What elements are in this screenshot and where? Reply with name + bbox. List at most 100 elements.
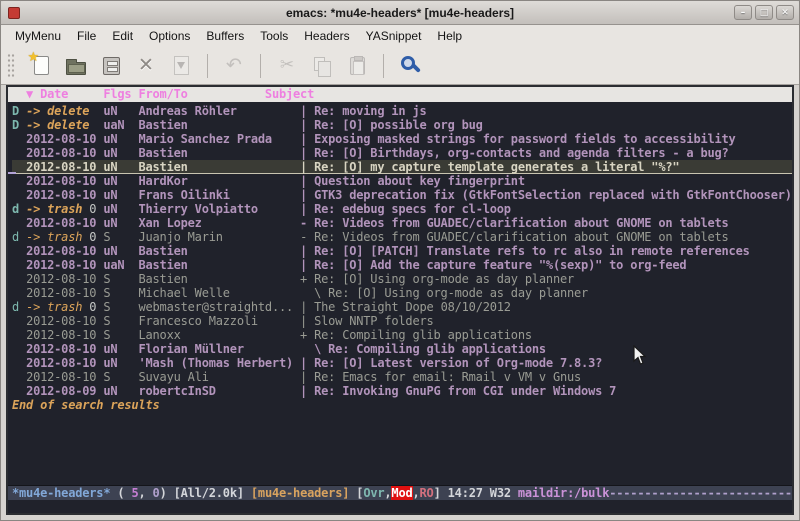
row-subject: Re: [O] [PATCH] Translate refs to rc als… (314, 244, 750, 258)
row-from: Juanjo Marin (138, 230, 300, 244)
title-bar[interactable]: emacs: *mu4e-headers* [mu4e-headers] –□✕ (1, 1, 799, 25)
row-from: Andreas Röhler (138, 104, 300, 118)
row-subject: Slow NNTP folders (314, 314, 433, 328)
row-date: 2012-08-10 (26, 132, 96, 146)
open-folder-button[interactable] (61, 51, 91, 81)
modeline-segment: RO (420, 486, 434, 500)
row-flags: uN (103, 244, 138, 258)
close-button[interactable]: ✕ (131, 51, 161, 81)
save-as-button (166, 51, 196, 81)
mouse-cursor (633, 345, 647, 366)
row-subject: Re: [O] possible org bug (314, 118, 483, 132)
row-from: Michael Welle (138, 286, 300, 300)
modeline-segment: [All/2.0k] (174, 486, 251, 500)
toolbar-grip[interactable] (7, 53, 15, 79)
row-from: Bastien (138, 244, 300, 258)
message-row[interactable]: 2012-08-10 S Francesco Mazzoli | Slow NN… (12, 314, 792, 328)
row-subject: Question about key fingerprint (314, 174, 525, 188)
message-row[interactable]: D -> delete uaN Bastien | Re: [O] possib… (12, 118, 792, 132)
headers-buffer[interactable]: D -> delete uN Andreas Röhler | Re: movi… (8, 102, 792, 485)
message-row[interactable]: d -> trash 0 S Juanjo Marin - Re: Videos… (12, 230, 792, 244)
row-mark: d (12, 202, 26, 216)
message-row[interactable]: 2012-08-10 uN Bastien | Re: [O] my captu… (12, 160, 792, 174)
row-flags: uN (103, 342, 138, 356)
row-from: Thierry Volpiatto (138, 202, 300, 216)
message-row[interactable]: D -> delete uN Andreas Röhler | Re: movi… (12, 104, 792, 118)
message-row[interactable]: 2012-08-10 uN Frans Oilinki | GTK3 depre… (12, 188, 792, 202)
menu-item-file[interactable]: File (69, 26, 104, 46)
row-date: 2012-08-10 (26, 174, 96, 188)
message-row[interactable]: 2012-08-10 uN 'Mash (Thomas Herbert) | R… (12, 356, 792, 370)
emacs-window: emacs: *mu4e-headers* [mu4e-headers] –□✕… (0, 0, 800, 521)
row-subject: Re: [O] Add the capture feature "%(sexp)… (314, 258, 686, 272)
new-file-button[interactable] (26, 51, 56, 81)
row-from: Bastien (138, 118, 300, 132)
row-mark (12, 132, 26, 146)
row-from: Xan Lopez (138, 216, 300, 230)
row-thread-indicator: | (300, 202, 314, 216)
modeline-segment: ] (434, 486, 448, 500)
row-thread-indicator: | (300, 132, 314, 146)
message-row[interactable]: 2012-08-10 uN Mario Sanchez Prada | Expo… (12, 132, 792, 146)
modeline-segment: ) (160, 486, 174, 500)
cut-button: ✂ (272, 51, 302, 81)
search-icon (401, 56, 415, 70)
message-row[interactable]: 2012-08-10 uaN Bastien | Re: [O] Add the… (12, 258, 792, 272)
echo-area[interactable] (8, 500, 792, 513)
row-date: 2012-08-10 (26, 314, 96, 328)
row-subject: Re: edebug specs for cl-loop (314, 202, 511, 216)
menu-item-mymenu[interactable]: MyMenu (7, 26, 69, 46)
message-row[interactable]: 2012-08-10 S Bastien + Re: [O] Using org… (12, 272, 792, 286)
menu-item-options[interactable]: Options (141, 26, 198, 46)
maximize-button[interactable]: □ (755, 5, 773, 20)
minimize-button[interactable]: – (734, 5, 752, 20)
close-button[interactable]: ✕ (776, 5, 794, 20)
menu-item-yasnippet[interactable]: YASnippet (358, 26, 430, 46)
row-flags: uN (103, 160, 138, 174)
new-file-icon (34, 56, 49, 75)
message-row[interactable]: 2012-08-10 S Lanoxx + Re: Compiling glib… (12, 328, 792, 342)
row-thread-indicator: | (300, 146, 314, 160)
row-flags: S (103, 370, 138, 384)
message-row[interactable]: 2012-08-10 uN Xan Lopez - Re: Videos fro… (12, 216, 792, 230)
row-mark (12, 258, 26, 272)
row-flags: S (103, 328, 138, 342)
end-of-results-text: End of search results (12, 398, 792, 412)
row-subject: Re: Compiling glib applications (314, 328, 532, 342)
message-row[interactable]: 2012-08-10 S Suvayu Ali | Re: Emacs for … (12, 370, 792, 384)
menu-item-help[interactable]: Help (429, 26, 470, 46)
undo-button: ↶ (219, 51, 249, 81)
row-mark (12, 370, 26, 384)
message-list: D -> delete uN Andreas Röhler | Re: movi… (12, 104, 792, 398)
row-subject: Re: [O] Birthdays, org-contacts and agen… (314, 146, 728, 160)
message-row[interactable]: 2012-08-09 uN robertcInSD | Re: Invoking… (12, 384, 792, 398)
sort-indicator: ▼ (12, 87, 40, 101)
save-button[interactable] (96, 51, 126, 81)
menu-item-buffers[interactable]: Buffers (198, 26, 252, 46)
row-from: Francesco Mazzoli (138, 314, 300, 328)
menu-item-edit[interactable]: Edit (104, 26, 141, 46)
menu-item-tools[interactable]: Tools (252, 26, 296, 46)
message-row[interactable]: d -> trash 0 uN Thierry Volpiatto | Re: … (12, 202, 792, 216)
menu-item-headers[interactable]: Headers (296, 26, 357, 46)
search-button[interactable] (395, 51, 425, 81)
message-row[interactable]: 2012-08-10 uN Bastien | Re: [O] Birthday… (12, 146, 792, 160)
row-mark (12, 174, 26, 188)
row-from: Bastien (138, 160, 300, 174)
row-thread-indicator: | (300, 300, 314, 314)
message-row[interactable]: 2012-08-10 uN HardKor | Question about k… (12, 174, 792, 188)
row-subject: Re: [O] Using org-mode as day planner (314, 272, 574, 286)
row-thread-indicator: | (300, 384, 314, 398)
message-row[interactable]: 2012-08-10 uN Florian Müllner \ Re: Comp… (12, 342, 792, 356)
row-subject: Re: [O] Latest version of Org-mode 7.8.3… (314, 356, 602, 370)
row-from: webmaster@straightd... (138, 300, 300, 314)
message-row[interactable]: 2012-08-10 S Michael Welle \ Re: [O] Usi… (12, 286, 792, 300)
row-thread-indicator: | (300, 370, 314, 384)
message-row[interactable]: 2012-08-10 uN Bastien | Re: [O] [PATCH] … (12, 244, 792, 258)
row-mark (12, 356, 26, 370)
message-row[interactable]: d -> trash 0 S webmaster@straightd... | … (12, 300, 792, 314)
row-subject: Re: [O] Using org-mode as day planner (328, 286, 588, 300)
window-menu-icon[interactable] (8, 7, 20, 19)
row-thread-indicator: | (300, 258, 314, 272)
toolbar-separator (260, 54, 261, 78)
